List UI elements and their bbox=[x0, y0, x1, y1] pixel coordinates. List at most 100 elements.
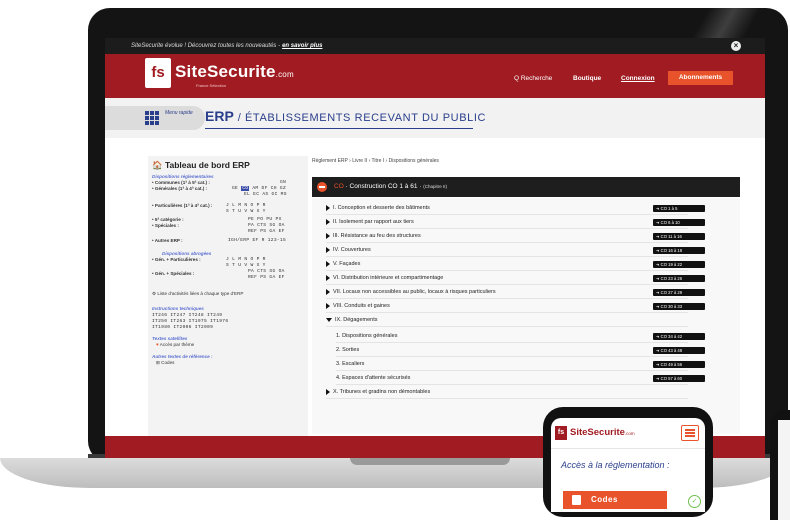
autres-codes[interactable]: IGH/ERP EF R 123-15 bbox=[228, 238, 286, 243]
particulieres-label: • Particulières (1ª à 4ª cat.) : bbox=[152, 203, 213, 208]
chapter-row[interactable]: 4. Espaces d'attente sécurisés ➔ CO 57 à … bbox=[336, 373, 705, 385]
chapter-row[interactable]: IX. Dégagements bbox=[326, 315, 688, 327]
chapter-list: I. Conception et desserte des bâtiments ➔… bbox=[312, 198, 740, 434]
chapter-row[interactable]: X. Tribunes et gradins non démontables bbox=[326, 387, 688, 399]
breadcrumb[interactable]: Règlement ERP › Livre II › Titre I › Dis… bbox=[312, 158, 439, 164]
erp-dashboard-panel: 🏠 Tableau de bord ERP Dispositions régle… bbox=[148, 156, 308, 456]
logo-name[interactable]: SiteSecurite.com bbox=[175, 62, 294, 82]
collapse-icon[interactable] bbox=[317, 182, 327, 192]
search-link[interactable]: Q Recherche bbox=[514, 75, 552, 82]
article-range-button[interactable]: ➔ CO 19 à 22 bbox=[653, 261, 705, 268]
article-range-button[interactable]: ➔ CO 57 à 60 bbox=[653, 375, 705, 382]
satellite-heading: Textes satellites bbox=[152, 336, 188, 341]
section-title: CO · Construction CO 1 à 61 · (Chapitre … bbox=[334, 183, 447, 190]
phone-codes-button[interactable]: Codes bbox=[563, 491, 667, 509]
repealed-spec-row2[interactable]: REF PS GA EF bbox=[248, 275, 285, 280]
satellite-theme-link[interactable]: ♥ Accès par thème bbox=[156, 342, 194, 347]
caret-icon bbox=[326, 288, 330, 295]
chapter-label: 1. Dispositions générales bbox=[336, 333, 398, 339]
hamburger-menu-icon[interactable] bbox=[681, 425, 699, 441]
caret-icon bbox=[326, 260, 330, 267]
article-range-button[interactable]: ➔ CO 27 à 29 bbox=[653, 289, 705, 296]
grid-icon[interactable] bbox=[145, 111, 159, 125]
chapter-row[interactable]: 3. Escaliers ➔ CO 49 à 56 bbox=[336, 359, 705, 371]
article-range-button[interactable]: ➔ CO 43 à 48 bbox=[653, 347, 705, 354]
article-range-button[interactable]: ➔ CO 1 à 5 bbox=[653, 205, 705, 212]
chapter-row[interactable]: II. Isolement par rapport aux tiers ➔ CO … bbox=[326, 217, 705, 229]
learn-more-link[interactable]: en savoir plus bbox=[282, 43, 322, 49]
repealed-part-row2[interactable]: S T U V W X Y bbox=[226, 263, 266, 268]
chapter-row[interactable]: VIII. Conduits et gaines ➔ CO 30 à 33 bbox=[326, 301, 705, 313]
speciales-row1[interactable]: PA CTS SG OA bbox=[248, 223, 285, 228]
repealed-part-row1[interactable]: J L M N O P R bbox=[226, 257, 266, 262]
particulieres-row1[interactable]: J L M N O P R bbox=[226, 203, 266, 208]
chapter-label: III. Résistance au feu des structures bbox=[333, 233, 421, 239]
laptop-screen: SiteSecurite évolue ! Découvrez toutes l… bbox=[105, 38, 765, 458]
repealed-heading: Dispositions abrogées bbox=[162, 251, 212, 256]
speciales-row2[interactable]: REF PS GA EF bbox=[248, 229, 285, 234]
announcement-bar: SiteSecurite évolue ! Découvrez toutes l… bbox=[105, 38, 765, 54]
caret-icon bbox=[326, 232, 330, 239]
phone-divider bbox=[551, 448, 705, 449]
particulieres-row2[interactable]: S T U V W X Y bbox=[226, 209, 266, 214]
caret-icon bbox=[326, 204, 330, 211]
logo-subtitle: France Sélection bbox=[196, 83, 227, 88]
activity-list-link[interactable]: ⚙ Liste d'activités liées à chaque type … bbox=[152, 291, 243, 297]
phone-logo-mark[interactable]: fs bbox=[555, 426, 567, 440]
chapter-row[interactable]: 2. Sorties ➔ CO 43 à 48 bbox=[336, 345, 705, 357]
it-row-3[interactable]: IT1980 IT2006 IT2009 bbox=[152, 325, 213, 330]
second-phone-screen bbox=[778, 420, 790, 520]
chapter-label: IX. Dégagements bbox=[335, 317, 378, 323]
dashboard-title: 🏠 Tableau de bord ERP bbox=[152, 160, 250, 170]
article-range-button[interactable]: ➔ CO 30 à 33 bbox=[653, 303, 705, 310]
it-row-2[interactable]: IT250 IT263 IT1975 IT1976 bbox=[152, 319, 228, 324]
chapter-row[interactable]: III. Résistance au feu des structures ➔ C… bbox=[326, 231, 705, 243]
chapter-label: VII. Locaux non accessibles au public, l… bbox=[333, 289, 496, 295]
article-range-button[interactable]: ➔ CO 49 à 56 bbox=[653, 361, 705, 368]
chapter-row[interactable]: 1. Dispositions générales ➔ CO 34 à 42 bbox=[336, 331, 705, 343]
generales-codes-row2[interactable]: EL EC AS GC MS bbox=[244, 192, 287, 197]
chapter-row[interactable]: VI. Distribution intérieure et compartim… bbox=[326, 273, 705, 285]
section-header[interactable]: CO · Construction CO 1 à 61 · (Chapitre … bbox=[312, 177, 740, 197]
heart-icon: ♥ bbox=[156, 342, 159, 347]
communes-codes[interactable]: GN bbox=[280, 180, 286, 185]
it-row-1[interactable]: IT246 IT247 IT248 IT249 bbox=[152, 313, 222, 318]
co-code-highlight[interactable]: CO bbox=[241, 186, 250, 191]
logo-mark[interactable]: fs bbox=[145, 58, 171, 88]
caret-icon bbox=[326, 246, 330, 253]
chapter-label: 2. Sorties bbox=[336, 347, 360, 353]
caret-icon bbox=[326, 218, 330, 225]
chapter-row[interactable]: IV. Couvertures ➔ CO 16 à 18 bbox=[326, 245, 705, 257]
shop-link[interactable]: Boutique bbox=[573, 75, 601, 82]
chapter-label: IV. Couvertures bbox=[333, 247, 371, 253]
caret-icon bbox=[326, 274, 330, 281]
chapter-row[interactable]: VII. Locaux non accessibles au public, l… bbox=[326, 287, 705, 299]
article-range-button[interactable]: ➔ CO 34 à 42 bbox=[653, 333, 705, 340]
cat5-codes[interactable]: PE PO PU PX bbox=[248, 217, 282, 222]
phone-logo-name[interactable]: SiteSecurite.com bbox=[570, 427, 635, 438]
close-icon[interactable]: × bbox=[731, 41, 741, 51]
generales-codes[interactable]: GE CO AM DF CH GZ bbox=[232, 186, 286, 191]
quick-menu-label[interactable]: Menu rapide bbox=[165, 110, 193, 117]
caret-icon bbox=[326, 302, 330, 309]
login-link[interactable]: Connexion bbox=[621, 75, 655, 82]
article-range-button[interactable]: ➔ CO 6 à 10 bbox=[653, 219, 705, 226]
chapter-label: I. Conception et desserte des bâtiments bbox=[333, 205, 430, 211]
chapter-row[interactable]: V. Façades ➔ CO 19 à 22 bbox=[326, 259, 705, 271]
phone-heading: Accès à la réglementation : bbox=[561, 460, 670, 470]
chapter-label: VI. Distribution intérieure et compartim… bbox=[333, 275, 444, 281]
repealed-spec-row1[interactable]: PA CTS SG OA bbox=[248, 269, 285, 274]
book-icon bbox=[572, 495, 581, 505]
speciales-label: • Spéciales : bbox=[152, 223, 179, 228]
codes-link[interactable]: ⊞ Codes bbox=[156, 360, 174, 366]
site-header: fs SiteSecurite.com France Sélection Q R… bbox=[105, 54, 765, 98]
chapter-row[interactable]: I. Conception et desserte des bâtiments ➔… bbox=[326, 203, 705, 215]
chapter-label: 3. Escaliers bbox=[336, 361, 365, 367]
caret-icon bbox=[326, 388, 330, 395]
chapter-label: 4. Espaces d'attente sécurisés bbox=[336, 375, 411, 381]
article-range-button[interactable]: ➔ CO 23 à 26 bbox=[653, 275, 705, 282]
page-title: ERP / ÉTABLISSEMENTS RECEVANT DU PUBLIC bbox=[205, 108, 487, 124]
article-range-button[interactable]: ➔ CO 11 à 16 bbox=[653, 233, 705, 240]
article-range-button[interactable]: ➔ CO 16 à 18 bbox=[653, 247, 705, 254]
subscribe-button[interactable]: Abonnements bbox=[668, 71, 733, 85]
